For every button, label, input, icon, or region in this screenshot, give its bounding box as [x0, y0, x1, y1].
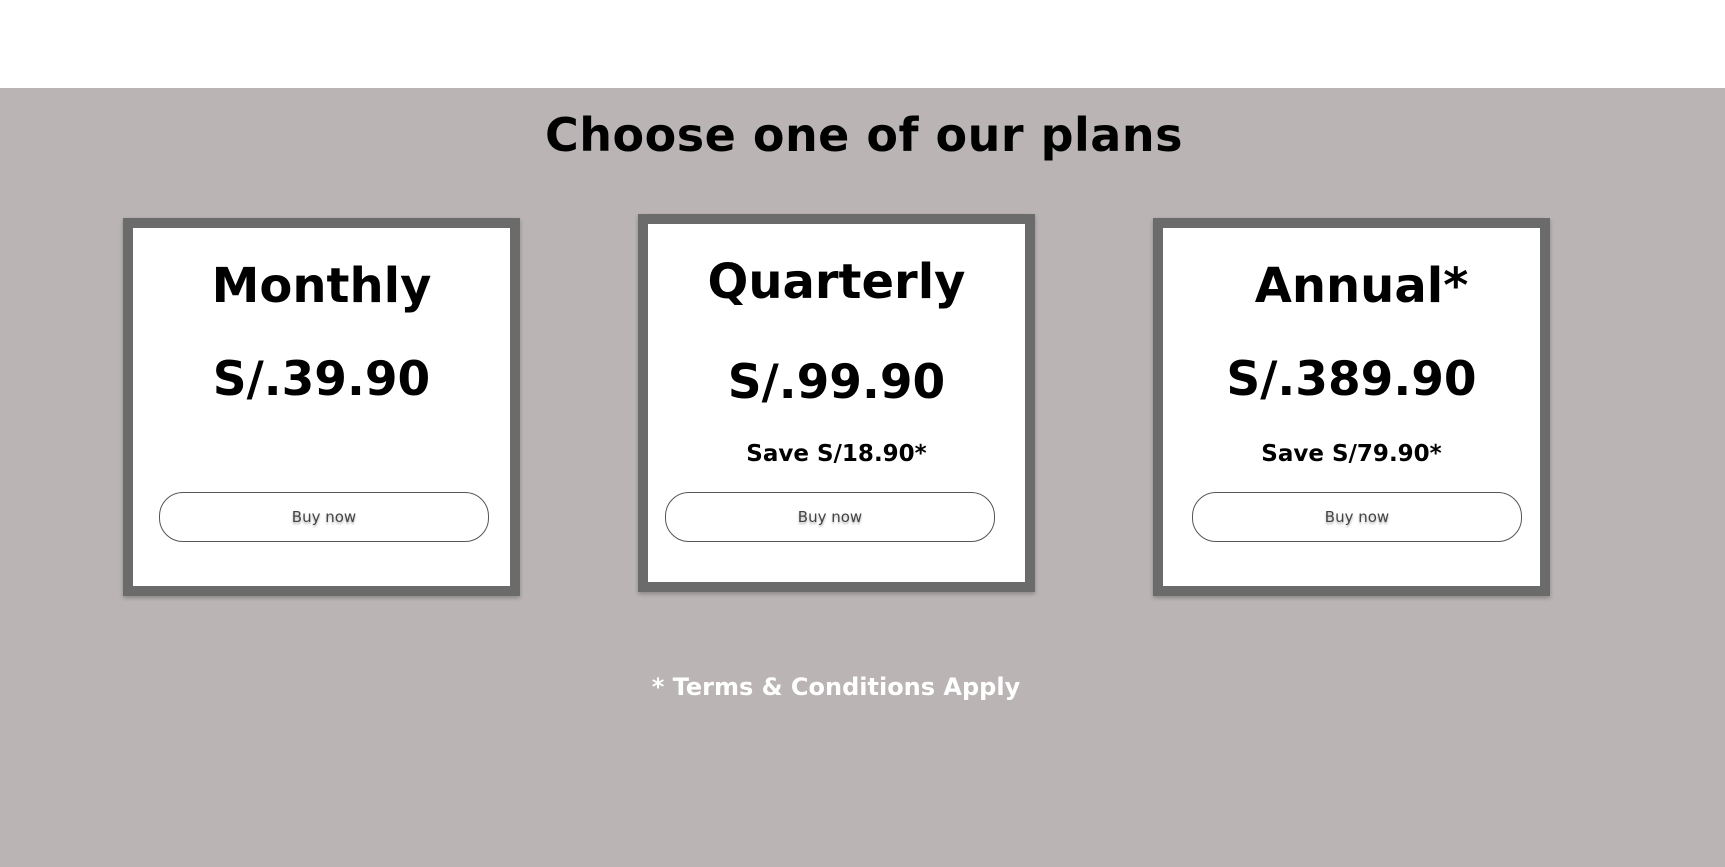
buy-now-button-quarterly[interactable]: Buy now: [665, 492, 995, 542]
terms-conditions-note: * Terms & Conditions Apply: [651, 673, 1021, 701]
plan-price: S/.39.90: [212, 352, 431, 407]
plans-section: Choose one of our plans Monthly S/.39.90…: [0, 88, 1725, 867]
plan-savings: Save S/18.90*: [746, 441, 927, 467]
plan-name: Monthly: [211, 258, 432, 314]
top-bar: [0, 0, 1725, 88]
buy-now-button-monthly[interactable]: Buy now: [159, 492, 489, 542]
plan-card-quarterly: Quarterly S/.99.90 Save S/18.90* Buy now: [638, 214, 1035, 592]
section-title: Choose one of our plans: [545, 108, 1183, 162]
plan-savings: Save S/79.90*: [1261, 441, 1442, 467]
plan-name: Annual*: [1254, 258, 1469, 314]
plan-price: S/.99.90: [727, 355, 946, 410]
plan-name: Quarterly: [707, 254, 966, 310]
plan-card-monthly: Monthly S/.39.90 Buy now: [123, 218, 520, 596]
plan-price: S/.389.90: [1226, 352, 1477, 407]
buy-now-button-annual[interactable]: Buy now: [1192, 492, 1522, 542]
plan-card-annual: Annual* S/.389.90 Save S/79.90* Buy now: [1153, 218, 1550, 596]
